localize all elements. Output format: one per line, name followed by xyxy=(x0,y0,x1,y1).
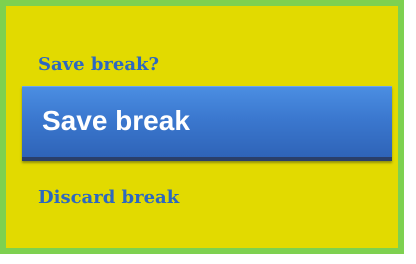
save-break-button-label: Save break xyxy=(42,105,190,136)
discard-break-button[interactable]: Discard break xyxy=(38,187,179,208)
save-break-dialog: Save break? Save break Discard break xyxy=(0,0,404,254)
dialog-title: Save break? xyxy=(38,54,160,75)
save-break-button[interactable]: Save break xyxy=(22,86,392,161)
